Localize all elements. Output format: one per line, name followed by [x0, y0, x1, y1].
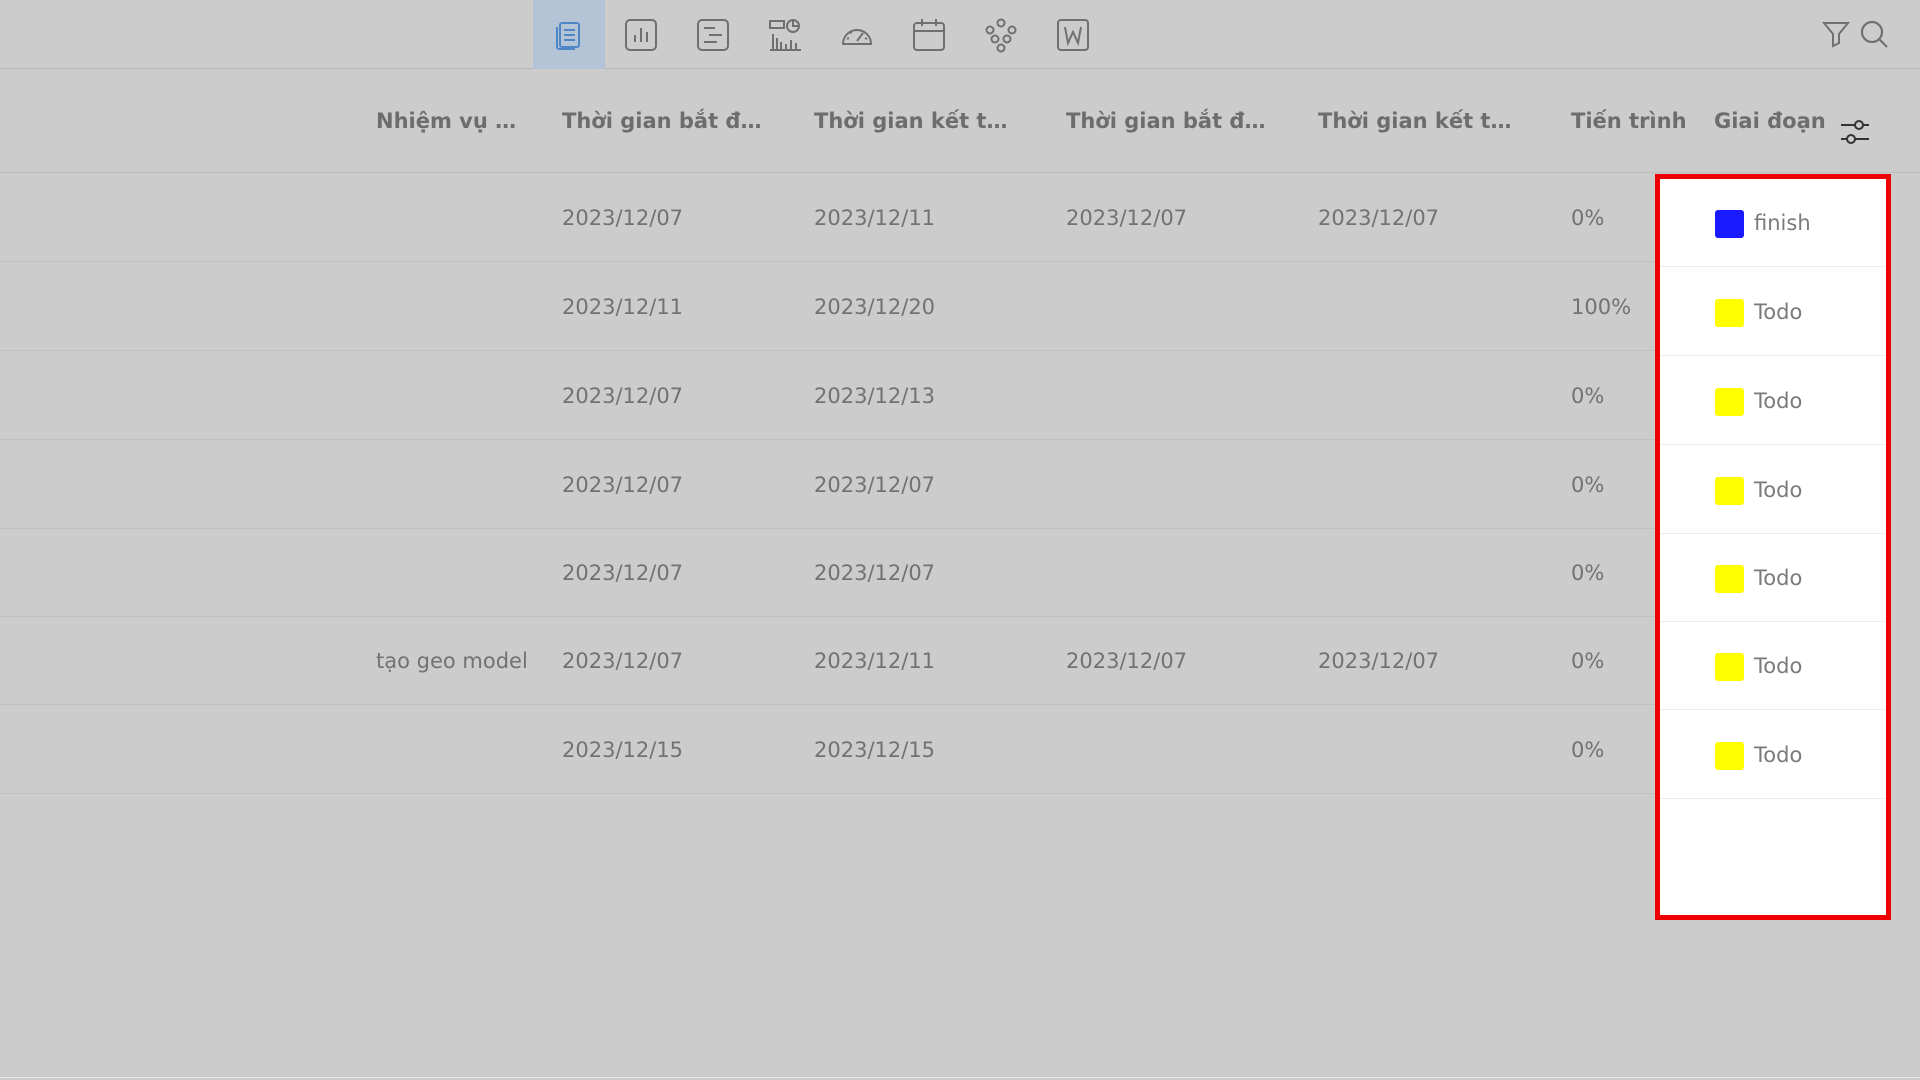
cell-progress: 0%: [1571, 206, 1605, 230]
stage-color-swatch: [1715, 477, 1744, 505]
stage-cell[interactable]: Todo: [1660, 622, 1886, 710]
table-row[interactable]: 2023/12/11 2023/12/20 100%: [0, 263, 1920, 351]
cell-planned-end: 2023/12/07: [814, 561, 936, 585]
stage-color-swatch: [1715, 653, 1744, 681]
stage-color-swatch: [1715, 299, 1744, 327]
cell-planned-start: 2023/12/07: [562, 473, 684, 497]
document-view-button[interactable]: [1037, 0, 1109, 69]
gauge-icon: [841, 28, 873, 45]
filter-icon: [1821, 22, 1851, 48]
cell-progress: 0%: [1571, 561, 1605, 585]
cell-planned-end: 2023/12/15: [814, 738, 936, 762]
cell-progress: 0%: [1571, 738, 1605, 762]
cell-parent-task: tạo geo model: [376, 649, 528, 673]
stage-label: Todo: [1754, 566, 1803, 590]
cell-progress: 0%: [1571, 473, 1605, 497]
dashboard-chart-icon: [769, 18, 801, 51]
cell-actual-start: 2023/12/07: [1066, 649, 1188, 673]
stage-color-swatch: [1715, 565, 1744, 593]
stage-label: Todo: [1754, 743, 1803, 767]
cell-actual-start: 2023/12/07: [1066, 206, 1188, 230]
header-progress[interactable]: Tiến trình: [1571, 70, 1701, 173]
table-view-icon: [556, 21, 580, 50]
stage-cell[interactable]: Todo: [1660, 357, 1886, 445]
cell-planned-end: 2023/12/11: [814, 649, 936, 673]
stage-label: Todo: [1754, 300, 1803, 324]
gauge-view-button[interactable]: [821, 0, 893, 69]
list-view-icon: [697, 18, 729, 51]
header-stage[interactable]: Giai đoạn: [1714, 70, 1829, 173]
cell-planned-start: 2023/12/07: [562, 206, 684, 230]
stage-column-highlight: finish Todo Todo Todo Todo Todo Todo: [1655, 174, 1891, 920]
bar-chart-view-button[interactable]: [605, 0, 677, 69]
cell-progress: 0%: [1571, 649, 1605, 673]
search-button[interactable]: [1857, 17, 1891, 51]
cell-progress: 100%: [1571, 295, 1632, 319]
table-row[interactable]: 2023/12/07 2023/12/07 0%: [0, 441, 1920, 529]
filter-button[interactable]: [1819, 17, 1853, 51]
stage-label: Todo: [1754, 389, 1803, 413]
bar-chart-icon: [625, 18, 657, 51]
calendar-view-button[interactable]: [893, 0, 965, 69]
calendar-icon: [913, 18, 945, 51]
dashboard-view-button[interactable]: [749, 0, 821, 69]
cell-actual-end: 2023/12/07: [1318, 206, 1440, 230]
stage-color-swatch: [1715, 210, 1744, 238]
stage-label: Todo: [1754, 654, 1803, 678]
stage-cell[interactable]: Todo: [1660, 534, 1886, 622]
table-row[interactable]: 2023/12/07 2023/12/07 0%: [0, 529, 1920, 617]
cell-planned-end: 2023/12/20: [814, 295, 936, 319]
header-actual-end[interactable]: Thời gian kết thúc ...: [1318, 70, 1523, 173]
table-view-button[interactable]: [533, 0, 605, 69]
cell-planned-start: 2023/12/07: [562, 384, 684, 408]
table-row[interactable]: 2023/12/07 2023/12/11 2023/12/07 2023/12…: [0, 174, 1920, 262]
table-row[interactable]: tạo geo model 2023/12/07 2023/12/11 2023…: [0, 617, 1920, 705]
cell-planned-start: 2023/12/07: [562, 561, 684, 585]
header-planned-end[interactable]: Thời gian kết thúc ...: [814, 70, 1019, 173]
cell-planned-start: 2023/12/07: [562, 649, 684, 673]
table-row[interactable]: 2023/12/07 2023/12/13 0%: [0, 352, 1920, 440]
header-planned-start[interactable]: Thời gian bắt đầu ...: [562, 70, 767, 173]
cell-planned-end: 2023/12/11: [814, 206, 936, 230]
org-chart-icon: [985, 18, 1017, 52]
stage-cell[interactable]: finish: [1660, 179, 1886, 267]
org-chart-view-button[interactable]: [965, 0, 1037, 69]
stage-label: Todo: [1754, 478, 1803, 502]
cell-progress: 0%: [1571, 384, 1605, 408]
table-header: Nhiệm vụ cha Thời gian bắt đầu ... Thời …: [0, 70, 1920, 173]
column-settings-icon: [1841, 120, 1869, 144]
stage-cell[interactable]: Todo: [1660, 446, 1886, 534]
stage-color-swatch: [1715, 388, 1744, 416]
stage-cell[interactable]: Todo: [1660, 711, 1886, 799]
bottom-divider: [0, 1077, 1920, 1078]
cell-planned-start: 2023/12/11: [562, 295, 684, 319]
cell-planned-start: 2023/12/15: [562, 738, 684, 762]
task-table-page: Nhiệm vụ cha Thời gian bắt đầu ... Thời …: [0, 0, 1920, 1080]
column-settings-button[interactable]: [1838, 115, 1872, 149]
header-parent-task[interactable]: Nhiệm vụ cha: [376, 70, 526, 173]
cell-actual-end: 2023/12/07: [1318, 649, 1440, 673]
cell-planned-end: 2023/12/13: [814, 384, 936, 408]
stage-label: finish: [1754, 211, 1811, 235]
stage-cell[interactable]: Todo: [1660, 268, 1886, 356]
list-view-button[interactable]: [677, 0, 749, 69]
stage-color-swatch: [1715, 742, 1744, 770]
search-icon: [1860, 20, 1888, 48]
header-actual-start[interactable]: Thời gian bắt đầu t...: [1066, 70, 1271, 173]
word-document-icon: [1057, 18, 1089, 51]
cell-planned-end: 2023/12/07: [814, 473, 936, 497]
table-row[interactable]: 2023/12/15 2023/12/15 0%: [0, 706, 1920, 794]
view-toolbar: [0, 0, 1920, 69]
